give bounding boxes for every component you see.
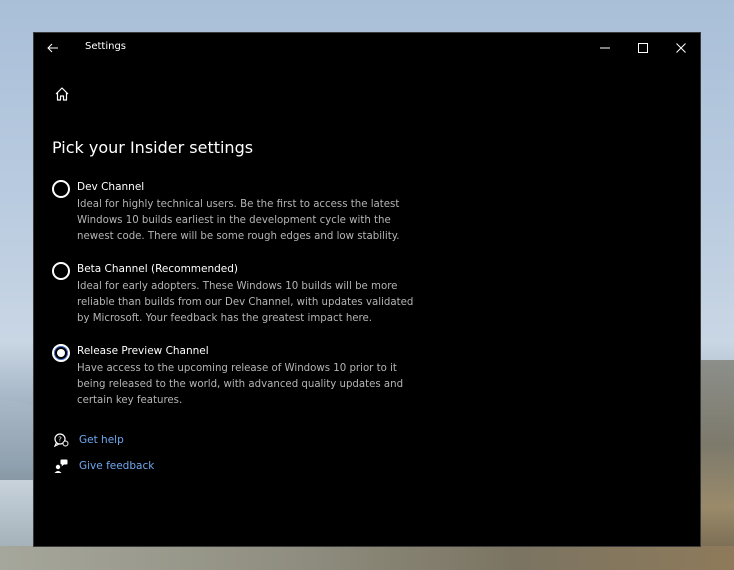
option-label: Release Preview Channel — [77, 345, 209, 357]
give-feedback-label[interactable]: Give feedback — [79, 460, 154, 472]
page-title: Pick your Insider settings — [52, 138, 254, 157]
option-beta-channel[interactable]: Beta Channel (Recommended) Ideal for ear… — [52, 261, 432, 331]
give-feedback-link[interactable]: Give feedback — [52, 457, 154, 475]
maximize-button[interactable] — [632, 37, 654, 59]
close-button[interactable] — [670, 37, 692, 59]
option-description: Ideal for highly technical users. Be the… — [77, 199, 400, 242]
title-bar: Settings — [34, 33, 700, 63]
settings-window: Settings Pick your Insider settings Dev … — [33, 32, 701, 547]
window-title: Settings — [85, 41, 127, 52]
option-label: Beta Channel (Recommended) — [77, 263, 239, 275]
svg-text:?: ? — [58, 436, 62, 444]
feedback-icon — [52, 457, 70, 475]
radio-release-preview-channel[interactable] — [52, 344, 70, 362]
option-release-preview-channel[interactable]: Release Preview Channel Have access to t… — [52, 343, 432, 413]
option-description: Have access to the upcoming release of W… — [77, 363, 404, 406]
back-button[interactable] — [44, 39, 62, 57]
desktop-ground — [0, 546, 734, 570]
back-arrow-icon — [47, 43, 58, 53]
maximize-icon — [638, 43, 648, 53]
radio-beta-channel[interactable] — [52, 262, 70, 280]
get-help-label[interactable]: Get help — [79, 434, 124, 446]
minimize-button[interactable] — [594, 37, 616, 59]
help-chat-icon: ? — [52, 431, 70, 449]
option-label: Dev Channel — [77, 181, 145, 193]
home-button[interactable] — [52, 84, 72, 104]
option-description: Ideal for early adopters. These Windows … — [77, 281, 414, 324]
get-help-link[interactable]: ? Get help — [52, 431, 124, 449]
minimize-icon — [600, 47, 610, 49]
option-dev-channel[interactable]: Dev Channel Ideal for highly technical u… — [52, 179, 432, 249]
home-icon — [55, 87, 69, 101]
radio-dev-channel[interactable] — [52, 180, 70, 198]
close-icon — [676, 43, 686, 53]
